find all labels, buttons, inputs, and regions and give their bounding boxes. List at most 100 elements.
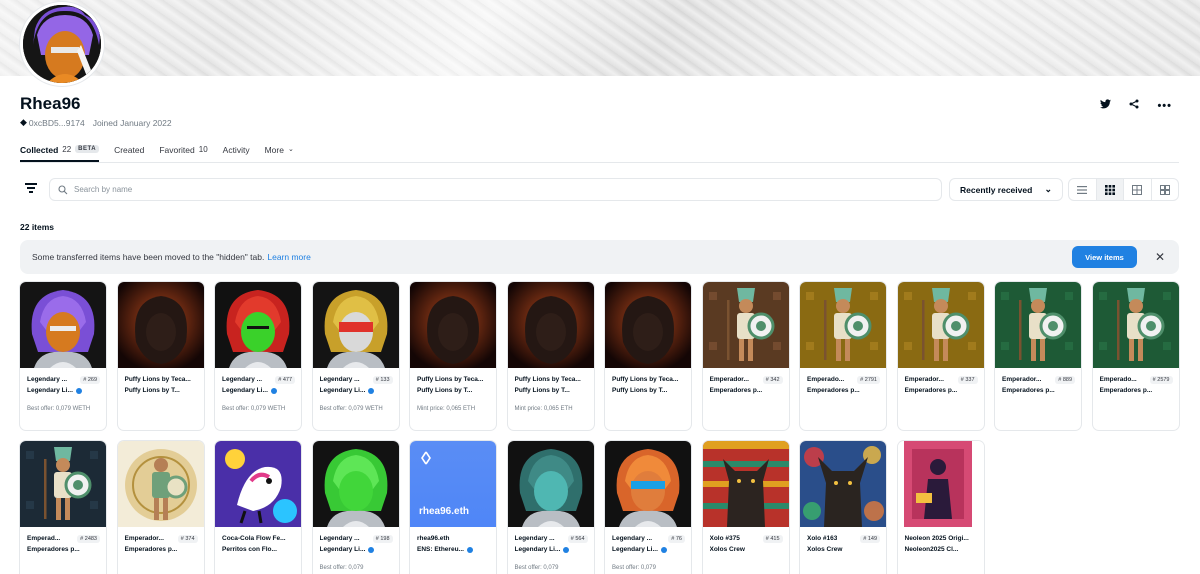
nft-card[interactable]: Legendary ... # 133 Legendary Li... Best of… bbox=[312, 282, 399, 430]
collection-name[interactable]: ENS: Ethereu... bbox=[417, 546, 464, 553]
nft-image[interactable] bbox=[605, 282, 691, 368]
collection-name[interactable]: Emperadores p... bbox=[905, 387, 958, 394]
collection-name[interactable]: Legendary Li... bbox=[222, 387, 268, 394]
nft-image[interactable]: rhea96.eth bbox=[410, 441, 496, 527]
nft-image[interactable] bbox=[702, 441, 789, 527]
nft-image[interactable] bbox=[215, 441, 301, 527]
twitter-icon[interactable] bbox=[1100, 99, 1112, 112]
nft-card[interactable]: Emperad... # 2483 Emperadores p... bbox=[20, 441, 106, 574]
collection-name[interactable]: Emperadores p... bbox=[807, 387, 860, 394]
search-input[interactable] bbox=[74, 185, 874, 194]
nft-card[interactable]: Puffy Lions by Teca... Puffy Lions by T..… bbox=[117, 282, 204, 430]
nft-card[interactable]: Legendary ... # 76 Legendary Li... Best off… bbox=[605, 441, 691, 574]
compact-grid-view-button[interactable] bbox=[1096, 179, 1124, 200]
collection-name[interactable]: Neoleon2025 Cl... bbox=[905, 546, 959, 553]
collection-name[interactable]: Puffy Lions by T... bbox=[125, 387, 180, 394]
view-items-button[interactable]: View items bbox=[1072, 246, 1137, 268]
collection-name[interactable]: Emperadores p... bbox=[27, 546, 80, 553]
nft-card[interactable]: rhea96.eth rhea96.eth ENS: Ethereu... bbox=[410, 441, 496, 574]
close-icon[interactable]: ✕ bbox=[1155, 250, 1165, 264]
nft-collection-row: Xolos Crew bbox=[710, 544, 783, 555]
collection-name[interactable]: Emperadores p... bbox=[1002, 387, 1055, 394]
token-number-badge: # 149 bbox=[860, 534, 880, 543]
nft-card[interactable]: Emperador... # 889 Emperadores p... bbox=[995, 282, 1081, 430]
nft-card[interactable]: Legendary ... # 269 Legendary Li... Best of… bbox=[20, 282, 106, 430]
nft-card[interactable]: Emperado... # 2579 Emperadores p... bbox=[1092, 282, 1179, 430]
nft-card[interactable]: Neoleon 2025 Origi... Neoleon2025 Cl... bbox=[897, 441, 984, 574]
collection-name[interactable]: Emperadores p... bbox=[125, 546, 178, 553]
profile-avatar[interactable] bbox=[20, 2, 104, 86]
nft-card[interactable]: Puffy Lions by Teca... Puffy Lions by T..… bbox=[410, 282, 496, 430]
tab-activity[interactable]: Activity bbox=[223, 145, 250, 162]
nft-image[interactable] bbox=[995, 282, 1081, 368]
beta-badge: BETA bbox=[75, 145, 100, 153]
nft-card[interactable]: Xolo #163 # 149 Xolos Crew bbox=[800, 441, 886, 574]
nft-image[interactable] bbox=[702, 282, 789, 368]
collection-name[interactable]: Xolos Crew bbox=[710, 546, 745, 553]
collection-name[interactable]: Perritos con Flo... bbox=[222, 546, 277, 553]
nft-image[interactable] bbox=[20, 441, 106, 527]
learn-more-link[interactable]: Learn more bbox=[267, 252, 310, 262]
nft-card[interactable]: Emperador... # 337 Emperadores p... bbox=[897, 282, 984, 430]
nft-card[interactable]: Legendary ... # 198 Legendary Li... Best of… bbox=[312, 441, 399, 574]
nft-image[interactable] bbox=[312, 441, 399, 527]
nft-image[interactable] bbox=[215, 282, 301, 368]
nft-name: Neoleon 2025 Origi... bbox=[904, 535, 969, 542]
collection-name[interactable]: Legendary Li... bbox=[320, 546, 366, 553]
nft-image[interactable] bbox=[800, 441, 886, 527]
nft-image[interactable] bbox=[312, 282, 399, 368]
nft-image[interactable] bbox=[117, 282, 204, 368]
profile-meta: ◆ 0xcBD5...9174 Joined January 2022 bbox=[20, 117, 172, 128]
nft-card[interactable]: Emperador... # 374 Emperadores p... bbox=[117, 441, 204, 574]
hidden-items-notice: Some transferred items have been moved t… bbox=[20, 240, 1179, 274]
tab-collected[interactable]: Collected 22 BETA bbox=[20, 145, 100, 162]
collection-name[interactable]: Xolos Crew bbox=[807, 546, 842, 553]
nft-card[interactable]: Xolo #375 # 415 Xolos Crew bbox=[702, 441, 789, 574]
nft-image[interactable] bbox=[410, 282, 496, 368]
nft-image[interactable] bbox=[605, 441, 691, 527]
ethereum-icon: ◆ bbox=[20, 117, 27, 127]
list-view-button[interactable] bbox=[1069, 179, 1097, 200]
tab-favorited[interactable]: Favorited 10 bbox=[159, 145, 207, 162]
nft-title-row: Legendary ... # 133 bbox=[320, 374, 393, 385]
nft-card[interactable]: Puffy Lions by Teca... Puffy Lions by T..… bbox=[507, 282, 594, 430]
collection-name[interactable]: Emperadores p... bbox=[1100, 387, 1153, 394]
large-grid-view-button[interactable] bbox=[1152, 179, 1179, 200]
collection-name[interactable]: Legendary Li... bbox=[515, 546, 561, 553]
sort-dropdown[interactable]: Recently received ⌄ bbox=[949, 178, 1063, 201]
nft-card[interactable]: Legendary ... # 564 Legendary Li... Best of… bbox=[507, 441, 594, 574]
nft-image[interactable] bbox=[20, 282, 106, 368]
more-options-icon[interactable]: ••• bbox=[1157, 100, 1172, 112]
nft-image[interactable] bbox=[897, 441, 984, 527]
nft-title-row: Emperado... # 2791 bbox=[807, 374, 880, 385]
nft-name: Xolo #375 bbox=[709, 535, 740, 542]
collection-name[interactable]: Puffy Lions by T... bbox=[515, 387, 570, 394]
filter-toggle-button[interactable] bbox=[24, 183, 38, 195]
tab-more[interactable]: More ⌄ bbox=[265, 145, 294, 162]
nft-card[interactable]: Legendary ... # 477 Legendary Li... Best of… bbox=[215, 282, 301, 430]
grid-view-button[interactable] bbox=[1124, 179, 1152, 200]
nft-card[interactable]: Coca-Cola Flow Fe... Perritos con Flo... bbox=[215, 441, 301, 574]
nft-collection-row: Emperadores p... bbox=[710, 385, 783, 396]
nft-image[interactable] bbox=[507, 441, 594, 527]
collection-name[interactable]: Puffy Lions by T... bbox=[612, 387, 667, 394]
collection-name[interactable]: Puffy Lions by T... bbox=[417, 387, 472, 394]
share-icon[interactable] bbox=[1129, 99, 1139, 112]
nft-image[interactable] bbox=[507, 282, 594, 368]
chevron-down-icon: ⌄ bbox=[287, 146, 294, 153]
nft-image[interactable] bbox=[897, 282, 984, 368]
tab-created[interactable]: Created bbox=[114, 145, 144, 162]
nft-card[interactable]: Emperador... # 342 Emperadores p... bbox=[702, 282, 789, 430]
collection-name[interactable]: Emperadores p... bbox=[710, 387, 763, 394]
collection-name[interactable]: Legendary Li... bbox=[612, 546, 658, 553]
collection-name[interactable]: Legendary Li... bbox=[320, 387, 366, 394]
nft-image[interactable] bbox=[800, 282, 886, 368]
nft-image[interactable] bbox=[117, 441, 204, 527]
nft-image[interactable] bbox=[1092, 282, 1179, 368]
verified-badge-icon bbox=[368, 546, 375, 553]
nft-card[interactable]: Emperado... # 2791 Emperadores p... bbox=[800, 282, 886, 430]
nft-card[interactable]: Puffy Lions by Teca... Puffy Lions by T..… bbox=[605, 282, 691, 430]
collection-name[interactable]: Legendary Li... bbox=[27, 387, 73, 394]
tab-collected-count: 22 bbox=[62, 145, 72, 154]
wallet-address[interactable]: 0xcBD5...9174 bbox=[29, 118, 85, 128]
